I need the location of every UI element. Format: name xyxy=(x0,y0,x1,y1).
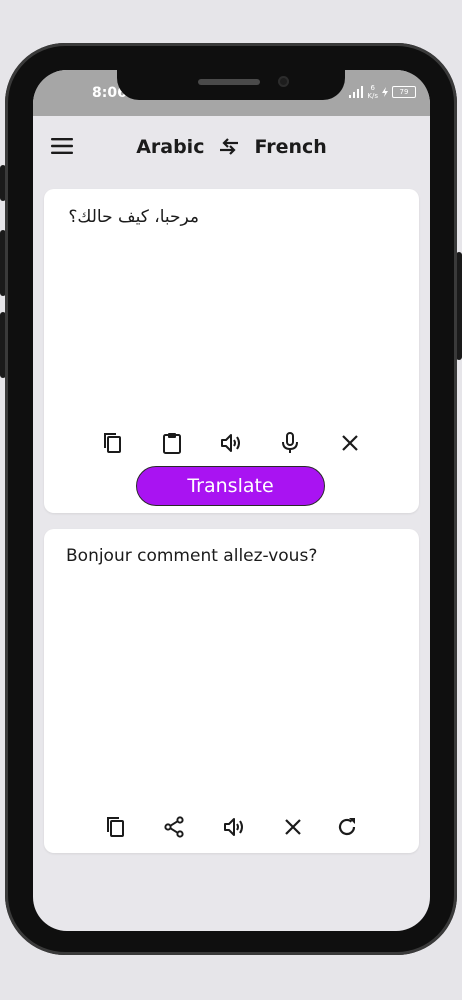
signal-icon xyxy=(349,86,364,98)
network-speed-value: 6 xyxy=(370,84,375,92)
copy-icon xyxy=(107,817,124,837)
front-camera xyxy=(278,76,289,87)
translation-result-card: Bonjour comment allez-vous? xyxy=(44,529,419,853)
microphone-icon xyxy=(282,432,298,453)
refresh-button[interactable] xyxy=(333,813,361,841)
source-toolbar xyxy=(44,429,419,457)
network-speed: 6 K/s xyxy=(367,84,378,100)
paste-icon xyxy=(163,433,181,454)
device-frame: 8:06 6 K/s 79 Arabic French مرحبا، كيف ح… xyxy=(0,0,462,1000)
speaker-icon xyxy=(221,434,240,452)
translate-button[interactable]: Translate xyxy=(136,466,325,506)
share-icon xyxy=(164,816,184,838)
close-icon xyxy=(342,435,358,451)
network-speed-unit: K/s xyxy=(367,92,378,100)
copy-result-button[interactable] xyxy=(101,813,129,841)
paste-button[interactable] xyxy=(158,429,186,457)
speaker-icon xyxy=(224,818,243,836)
source-language[interactable]: Arabic xyxy=(136,136,204,158)
target-language[interactable]: French xyxy=(254,136,326,158)
translated-text: Bonjour comment allez-vous? xyxy=(66,546,318,566)
clear-source-button[interactable] xyxy=(336,429,364,457)
app-bar: Arabic French xyxy=(33,116,430,176)
phone-screen: 8:06 6 K/s 79 Arabic French مرحبا، كيف ح… xyxy=(33,70,430,931)
camera-notch xyxy=(117,70,345,100)
copy-button[interactable] xyxy=(98,429,126,457)
charging-icon xyxy=(382,87,388,97)
copy-icon xyxy=(104,433,121,453)
speak-source-button[interactable] xyxy=(217,429,245,457)
refresh-icon xyxy=(338,818,356,836)
source-input-card: مرحبا، كيف حالك؟ Translate xyxy=(44,189,419,513)
battery-icon: 79 xyxy=(392,86,416,98)
source-text-input[interactable]: مرحبا، كيف حالك؟ xyxy=(68,207,199,227)
language-selector: Arabic French xyxy=(33,132,430,162)
speak-result-button[interactable] xyxy=(220,813,248,841)
earpiece-speaker xyxy=(198,79,260,85)
status-indicators: 6 K/s 79 xyxy=(349,84,416,100)
share-button[interactable] xyxy=(160,813,188,841)
clear-result-button[interactable] xyxy=(279,813,307,841)
swap-languages-icon[interactable] xyxy=(216,137,242,157)
close-icon xyxy=(285,819,301,835)
microphone-button[interactable] xyxy=(276,429,304,457)
result-toolbar xyxy=(44,813,419,841)
